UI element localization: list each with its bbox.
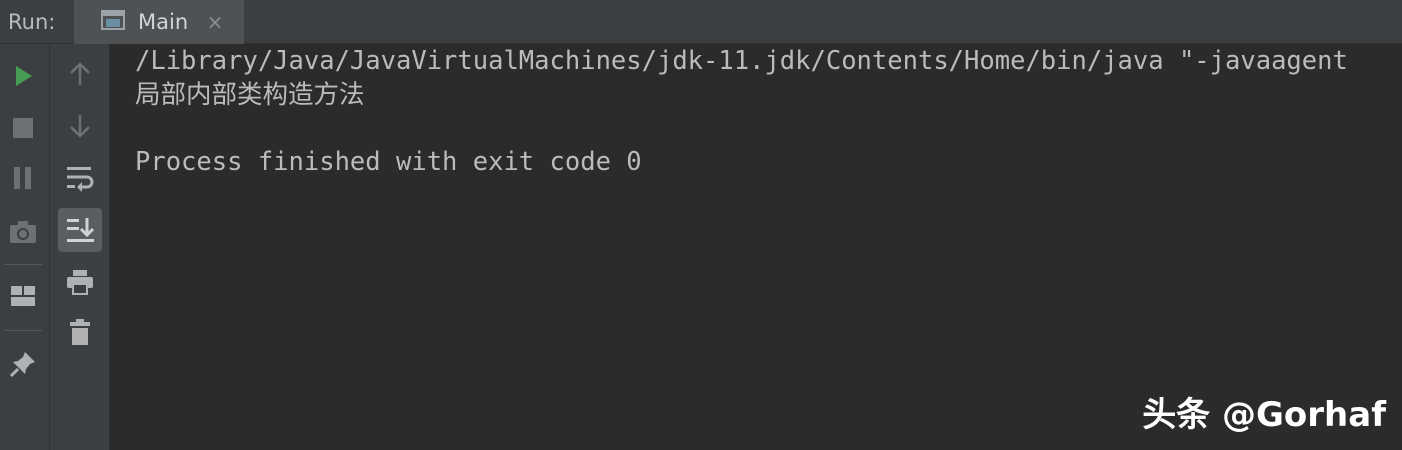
run-label: Run:: [8, 10, 56, 34]
layout-icon: [11, 286, 35, 306]
soft-wrap-icon: [67, 167, 94, 192]
run-tool-window: Run: Main × /Library/Java/JavaVirtualMac…: [0, 0, 1402, 450]
printer-icon: [67, 270, 93, 295]
watermark: 头条 @Gorhaf: [1142, 395, 1386, 435]
pause-button[interactable]: [3, 158, 43, 198]
scroll-to-end-icon: [67, 218, 95, 242]
rerun-button[interactable]: [3, 56, 43, 96]
print-button[interactable]: [60, 262, 100, 302]
camera-icon: [10, 221, 36, 243]
console-line-exit: Process finished with exit code 0: [135, 147, 642, 177]
console-line-output: 局部内部类构造方法: [135, 80, 365, 110]
stop-icon: [13, 118, 33, 138]
thread-dump-button[interactable]: [3, 212, 43, 252]
console-line-command: /Library/Java/JavaVirtualMachines/jdk-11…: [135, 46, 1348, 76]
close-icon[interactable]: ×: [204, 8, 226, 36]
stop-button[interactable]: [3, 108, 43, 148]
pin-tab-button[interactable]: [3, 344, 43, 384]
pin-icon: [9, 352, 35, 378]
console-window-icon: [100, 9, 128, 33]
clear-all-button[interactable]: [60, 312, 100, 352]
up-stack-trace-button[interactable]: [60, 54, 100, 94]
toolbar-separator: [4, 264, 42, 265]
run-toolbar-console: [50, 44, 110, 450]
soft-wrap-button[interactable]: [60, 158, 100, 198]
down-stack-trace-button[interactable]: [60, 106, 100, 146]
restore-layout-button[interactable]: [3, 276, 43, 316]
trash-icon: [70, 319, 90, 345]
toolbar-separator: [4, 330, 42, 331]
tab-main-label: Main: [138, 10, 189, 34]
pause-icon: [14, 167, 31, 189]
arrow-up-icon: [70, 62, 90, 85]
tab-main[interactable]: Main ×: [74, 0, 244, 44]
play-icon: [16, 66, 32, 86]
scroll-to-end-button[interactable]: [58, 208, 102, 252]
console-output[interactable]: /Library/Java/JavaVirtualMachines/jdk-11…: [111, 44, 1402, 450]
arrow-down-icon: [70, 115, 90, 138]
run-toolbar-primary: [0, 44, 50, 450]
run-tool-window-header: Run: Main ×: [0, 0, 1402, 44]
